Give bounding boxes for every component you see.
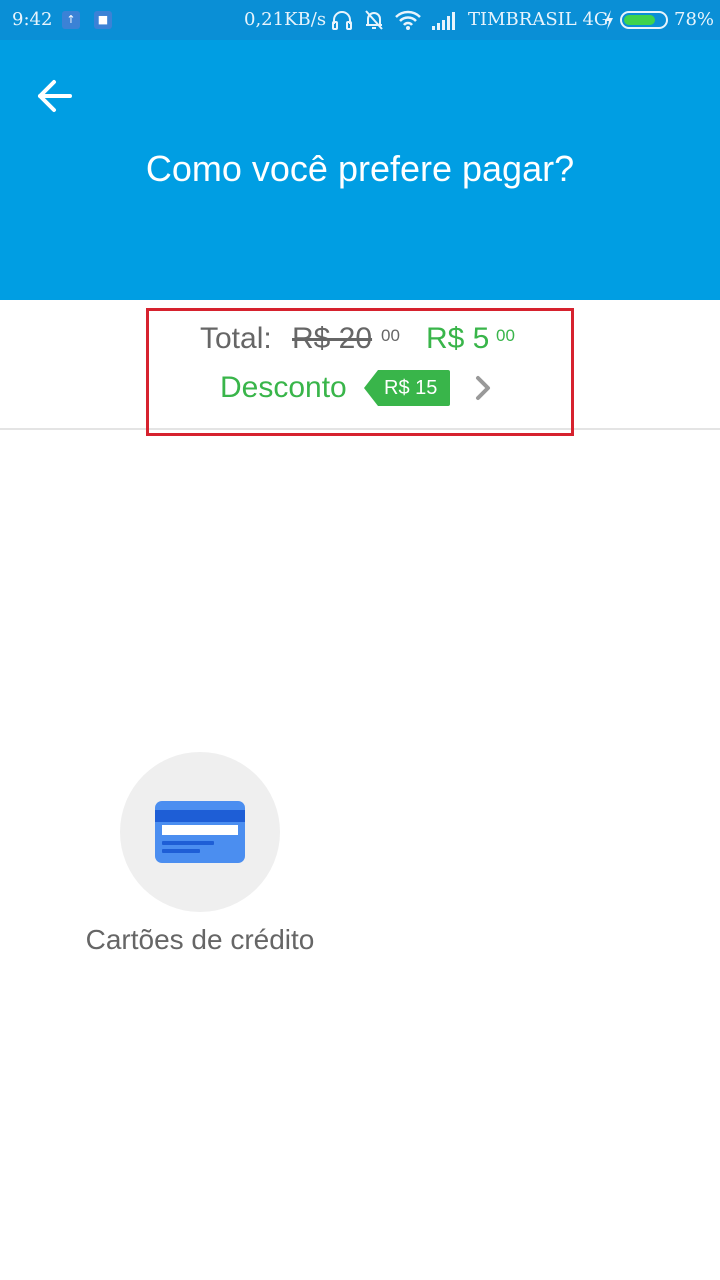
- discount-row[interactable]: Desconto R$ 15: [0, 366, 720, 410]
- back-arrow-icon[interactable]: [34, 76, 78, 116]
- status-bar: 9:42 ↑ ■ 0,21KB/s TIMBRASIL 4G 78%: [0, 0, 720, 40]
- carrier-name: TIMBRASIL 4G: [468, 9, 609, 30]
- credit-card-icon: [155, 801, 245, 863]
- payment-summary: Total: R$ 20 00 R$ 5 00 Desconto R$ 15: [0, 300, 720, 436]
- signal-icon: [432, 12, 455, 30]
- discount-label: Desconto: [220, 371, 347, 404]
- original-price-cents: 00: [381, 326, 400, 345]
- payment-method-label: Cartões de crédito: [85, 924, 315, 955]
- payment-method-circle: [120, 752, 280, 912]
- app-header: Como você prefere pagar?: [0, 40, 720, 300]
- battery-percent: 78%: [674, 9, 715, 30]
- discounted-price: R$ 5: [426, 322, 490, 355]
- payment-method-credit-card[interactable]: Cartões de crédito: [60, 750, 340, 960]
- charging-icon: [605, 10, 613, 30]
- discounted-price-cents: 00: [496, 326, 515, 345]
- battery-level: [624, 15, 655, 25]
- wifi-icon: [395, 10, 421, 30]
- status-time: 9:42: [12, 9, 53, 30]
- silent-bell-icon: [365, 10, 383, 30]
- total-row: Total: R$ 20 00 R$ 5 00: [0, 320, 720, 360]
- headphones-icon: [332, 11, 352, 30]
- network-speed: 0,21KB/s: [244, 9, 327, 30]
- upload-notification-icon: ↑: [62, 11, 80, 29]
- battery-icon: [620, 11, 668, 29]
- app-notification-icon: ■: [94, 11, 112, 29]
- page-title: Como você prefere pagar?: [145, 148, 575, 189]
- chevron-right-icon[interactable]: [472, 374, 496, 402]
- original-price: R$ 20: [292, 322, 373, 355]
- discount-tag: R$ 15: [364, 370, 450, 406]
- total-label: Total:: [200, 322, 272, 355]
